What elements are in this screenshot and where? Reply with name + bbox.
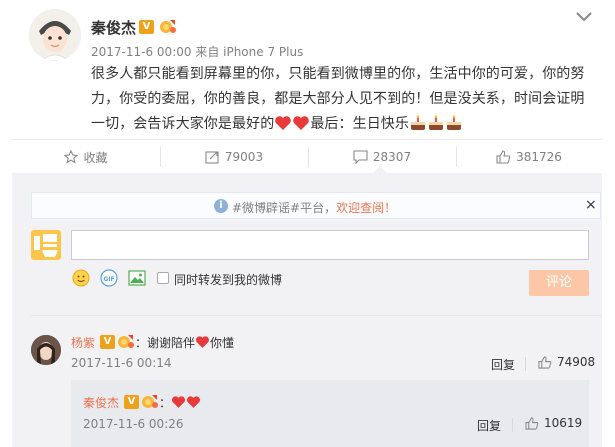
comment-author[interactable]: 杨紫 <box>71 334 95 351</box>
heart-icon <box>275 116 292 130</box>
weibo-post-card: 秦俊杰 V 2017-11-6 00:00 来自 iPhone 7 Plus 很… <box>0 0 615 447</box>
reply-like-count: 10619 <box>544 416 583 430</box>
favorite-label: 收藏 <box>83 150 108 165</box>
heart-icon <box>187 396 201 408</box>
post-text-line: 一切，会告诉大家你是最好的 最后：生日快乐 <box>91 112 591 137</box>
image-icon[interactable] <box>128 269 146 287</box>
comment-section: i #微博辟谣#平台，欢迎查阅！ × GIF 同时转发到我的微博 评论 杨紫 V… <box>12 166 602 447</box>
notice-text: #微博辟谣#平台，欢迎查阅！ <box>232 199 396 216</box>
comment-text-before: ：谢谢陪伴 <box>135 336 196 350</box>
heart-icon <box>172 396 186 408</box>
gif-icon[interactable]: GIF <box>100 269 118 287</box>
member-medal-icon[interactable] <box>141 393 159 409</box>
cake-icon <box>447 115 462 130</box>
post-action-bar: 收藏 79003 28307 381726 <box>12 139 602 173</box>
member-medal-icon[interactable] <box>117 333 135 349</box>
notice-prefix[interactable]: #微博辟谣#平台， <box>232 201 336 215</box>
yu-logo-icon <box>31 230 61 260</box>
comment-like-button[interactable]: 74908 <box>538 355 595 369</box>
repost-button[interactable]: 79003 <box>160 140 308 174</box>
reply-box: 秦俊杰 V ： 2017-11-6 00:26 回复 10619 <box>71 380 589 447</box>
notice-link[interactable]: 欢迎查阅！ <box>336 201 396 215</box>
comment-time: 2017-11-6 00:14 <box>71 356 172 370</box>
comment-caret <box>373 166 387 173</box>
repost-count: 79003 <box>224 150 264 164</box>
author-avatar[interactable] <box>29 9 81 61</box>
like-button[interactable]: 381726 <box>456 140 602 174</box>
star-icon <box>64 150 79 164</box>
repost-icon <box>205 151 219 164</box>
comment-input[interactable] <box>71 230 589 260</box>
reply-text: ： <box>159 394 201 411</box>
cake-icon <box>411 115 426 130</box>
post-text-line: 力，你受的委屈，你的善良，都是大部分人见不到的！但是没关系，时间会证明 <box>91 91 585 107</box>
reply-text-prefix: ： <box>159 396 172 410</box>
commenter-avatar[interactable] <box>31 335 61 365</box>
rumor-notice-bar: i #微博辟谣#平台，欢迎查阅！ × <box>31 192 601 219</box>
member-medal-icon[interactable] <box>159 18 177 34</box>
post-meta: 2017-11-6 00:00 来自 iPhone 7 Plus <box>91 45 304 59</box>
repost-checkbox[interactable] <box>157 272 169 284</box>
vip-badge: V <box>100 335 115 349</box>
favorite-button[interactable]: 收藏 <box>12 140 160 174</box>
vip-badge: V <box>139 20 154 34</box>
reply-like-button[interactable]: 10619 <box>525 416 582 430</box>
comment-like-count: 74908 <box>557 355 596 369</box>
post-text-segment: 一切，会告诉大家你是最好的 <box>91 116 275 132</box>
emoji-icon[interactable] <box>72 269 90 287</box>
thumbs-up-icon <box>496 150 511 164</box>
thumbs-up-icon <box>525 416 539 430</box>
reply-button[interactable]: 回复 <box>477 417 501 434</box>
thumbs-up-icon <box>538 355 552 369</box>
comment-icon <box>353 150 368 164</box>
comment-action-divider <box>512 418 513 432</box>
like-count: 381726 <box>516 150 562 164</box>
close-icon[interactable]: × <box>585 197 597 213</box>
repost-checkbox-label[interactable]: 同时转发到我的微博 <box>174 271 282 288</box>
heart-icon <box>293 116 310 130</box>
vip-badge: V <box>124 395 139 409</box>
post-text-line: 很多人都只能看到屏幕里的你，只能看到微博里的你，生活中你的可爱，你的努 <box>91 66 585 82</box>
comment-divider <box>31 315 601 316</box>
comment-text: ：谢谢陪伴 你懂 <box>135 334 234 351</box>
cake-icon <box>429 115 444 130</box>
reply-author[interactable]: 秦俊杰 <box>83 394 119 411</box>
submit-comment-button[interactable]: 评论 <box>529 270 589 296</box>
comment-count: 28307 <box>372 150 412 164</box>
comment-action-divider <box>525 357 526 371</box>
author-name[interactable]: 秦俊杰 <box>91 17 136 38</box>
comment-text-after: 你懂 <box>210 336 235 350</box>
reply-button[interactable]: 回复 <box>491 356 515 373</box>
info-icon: i <box>214 199 228 213</box>
heart-icon <box>196 336 210 348</box>
post-text-segment: 最后：生日快乐 <box>310 116 410 132</box>
post-text: 很多人都只能看到屏幕里的你，只能看到微博里的你，生活中你的可爱，你的努 力，你受… <box>91 62 591 137</box>
svg-text:GIF: GIF <box>103 276 114 283</box>
reply-time: 2017-11-6 00:26 <box>83 417 184 431</box>
chevron-down-icon[interactable] <box>575 10 593 24</box>
